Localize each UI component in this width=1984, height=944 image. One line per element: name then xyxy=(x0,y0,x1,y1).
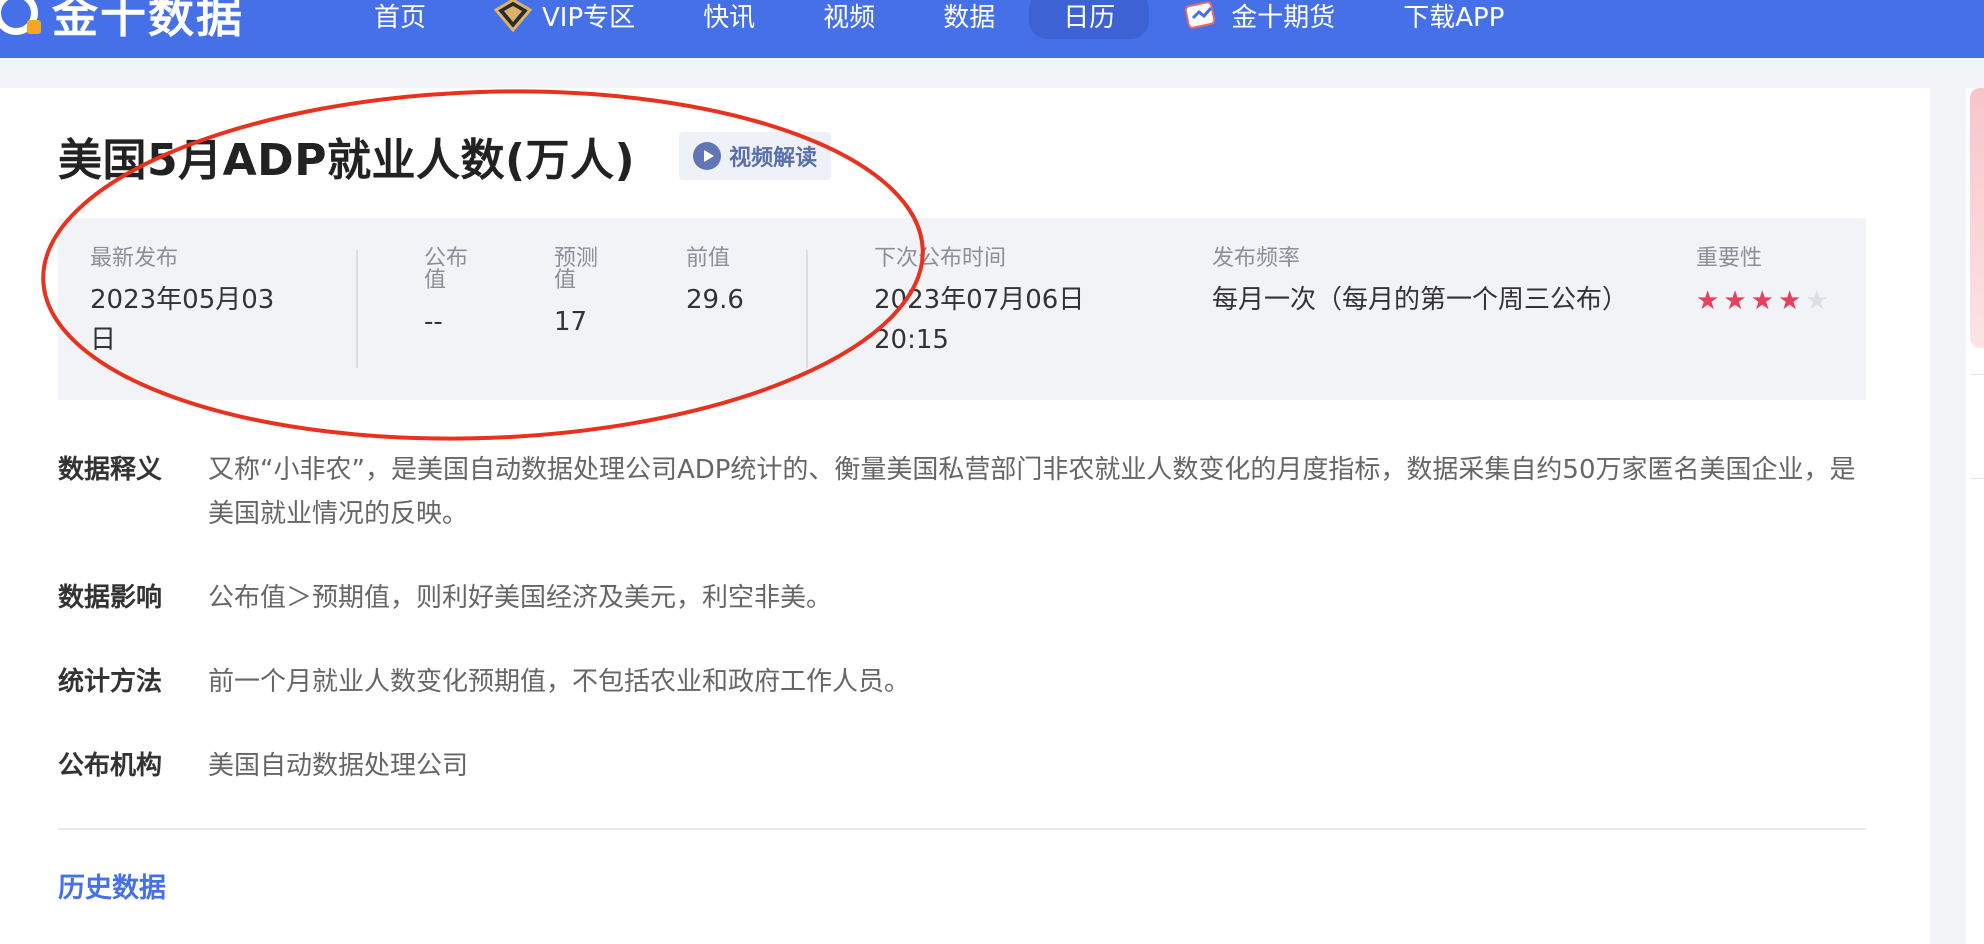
forecast-label: 预测值 xyxy=(554,246,599,293)
nav-item-futures[interactable]: 金十期货 xyxy=(1149,0,1369,39)
importance: 重要性 ★ ★ ★ ★ ★ xyxy=(1696,246,1836,315)
play-icon xyxy=(693,142,722,170)
nav-item-calendar[interactable]: 日历 xyxy=(1029,0,1150,39)
definition-value: 又称“小非农”，是美国自动数据处理公司ADP统计的、衡量美国私营部门非农就业人数… xyxy=(208,455,1856,529)
star-empty-icon: ★ xyxy=(1805,286,1829,316)
divider xyxy=(806,250,808,368)
next-release: 下次公布时间 2023年07月06日 20:15 xyxy=(874,248,1114,360)
futures-icon xyxy=(1184,1,1216,29)
previous-value: 前值 29.6 xyxy=(686,248,766,320)
actual-value: 公布值 -- xyxy=(424,248,480,342)
publisher-row: 公布机构 美国自动数据处理公司 xyxy=(58,744,1866,788)
latest-release-value: 2023年05月03日 xyxy=(90,285,275,355)
video-button-label: 视频解读 xyxy=(729,146,818,171)
forecast-value-text: 17 xyxy=(554,307,588,337)
star-filled-icon: ★ xyxy=(1750,286,1774,316)
site-logo[interactable]: 金十数据 xyxy=(0,0,244,48)
release-info-panel: 最新发布 2023年05月03日 公布值 -- 预测值 17 前值 29.6 下… xyxy=(58,218,1866,400)
actual-value-text: -- xyxy=(424,307,443,337)
page-title: 美国5月ADP就业人数(万人) xyxy=(58,135,636,186)
divider xyxy=(356,250,358,368)
impact-value: 公布值＞预期值，则利好美国经济及美元，利空非美。 xyxy=(208,583,833,613)
latest-release-label: 最新发布 xyxy=(90,246,179,271)
release-frequency: 发布频率 每月一次（每月的第一个周三公布） xyxy=(1212,248,1632,320)
nav-item-home[interactable]: 首页 xyxy=(340,0,460,39)
right-banner[interactable] xyxy=(1970,88,1984,348)
previous-value-text: 29.6 xyxy=(686,285,744,315)
publisher-value: 美国自动数据处理公司 xyxy=(208,751,469,781)
latest-release: 最新发布 2023年05月03日 xyxy=(90,248,300,360)
nav-item-download-app[interactable]: 下载APP xyxy=(1369,0,1538,39)
impact-row: 数据影响 公布值＞预期值，则利好美国经济及美元，利空非美。 xyxy=(58,576,1866,620)
previous-label: 前值 xyxy=(686,246,731,271)
logo-icon xyxy=(0,0,41,35)
nav-menu: 首页 VIP专区 快讯 视频 数据 日历 金十期货 下载APP xyxy=(340,0,1538,44)
star-filled-icon: ★ xyxy=(1696,286,1720,316)
method-row: 统计方法 前一个月就业人数变化预期值，不包括农业和政府工作人员。 xyxy=(58,660,1866,704)
star-filled-icon: ★ xyxy=(1723,286,1747,316)
next-release-label: 下次公布时间 xyxy=(874,246,1007,271)
importance-label: 重要性 xyxy=(1696,246,1763,271)
vip-badge-icon xyxy=(494,0,533,32)
star-filled-icon: ★ xyxy=(1777,286,1802,316)
title-row: 美国5月ADP就业人数(万人) 视频解读 xyxy=(58,124,832,188)
nav-item-video[interactable]: 视频 xyxy=(789,0,909,39)
actual-label: 公布值 xyxy=(424,246,469,293)
frequency-label: 发布频率 xyxy=(1212,246,1301,271)
nav-item-vip[interactable]: VIP专区 xyxy=(460,0,669,39)
publisher-key: 公布机构 xyxy=(58,751,163,781)
frequency-value: 每月一次（每月的第一个周三公布） xyxy=(1212,285,1629,315)
history-data-tab[interactable]: 历史数据 xyxy=(58,866,166,905)
section-divider xyxy=(58,828,1866,830)
forecast-value: 预测值 17 xyxy=(554,248,610,342)
method-key: 统计方法 xyxy=(58,667,163,697)
nav-item-data[interactable]: 数据 xyxy=(909,0,1029,39)
definition-key: 数据释义 xyxy=(58,455,163,485)
video-interpret-button[interactable]: 视频解读 xyxy=(679,132,832,180)
importance-stars: ★ ★ ★ ★ ★ xyxy=(1696,288,1836,314)
right-divider xyxy=(1970,478,1984,479)
right-divider xyxy=(1970,374,1984,375)
next-release-value: 2023年07月06日 20:15 xyxy=(874,285,1085,355)
nav-item-flash[interactable]: 快讯 xyxy=(669,0,789,39)
method-value: 前一个月就业人数变化预期值，不包括农业和政府工作人员。 xyxy=(208,667,911,697)
impact-key: 数据影响 xyxy=(58,583,163,613)
logo-text: 金十数据 xyxy=(52,0,244,43)
definition-row: 数据释义 又称“小非农”，是美国自动数据处理公司ADP统计的、衡量美国私营部门非… xyxy=(58,448,1866,536)
top-nav: 金十数据 首页 VIP专区 快讯 视频 数据 日历 金十期货 下载APP xyxy=(0,0,1984,58)
